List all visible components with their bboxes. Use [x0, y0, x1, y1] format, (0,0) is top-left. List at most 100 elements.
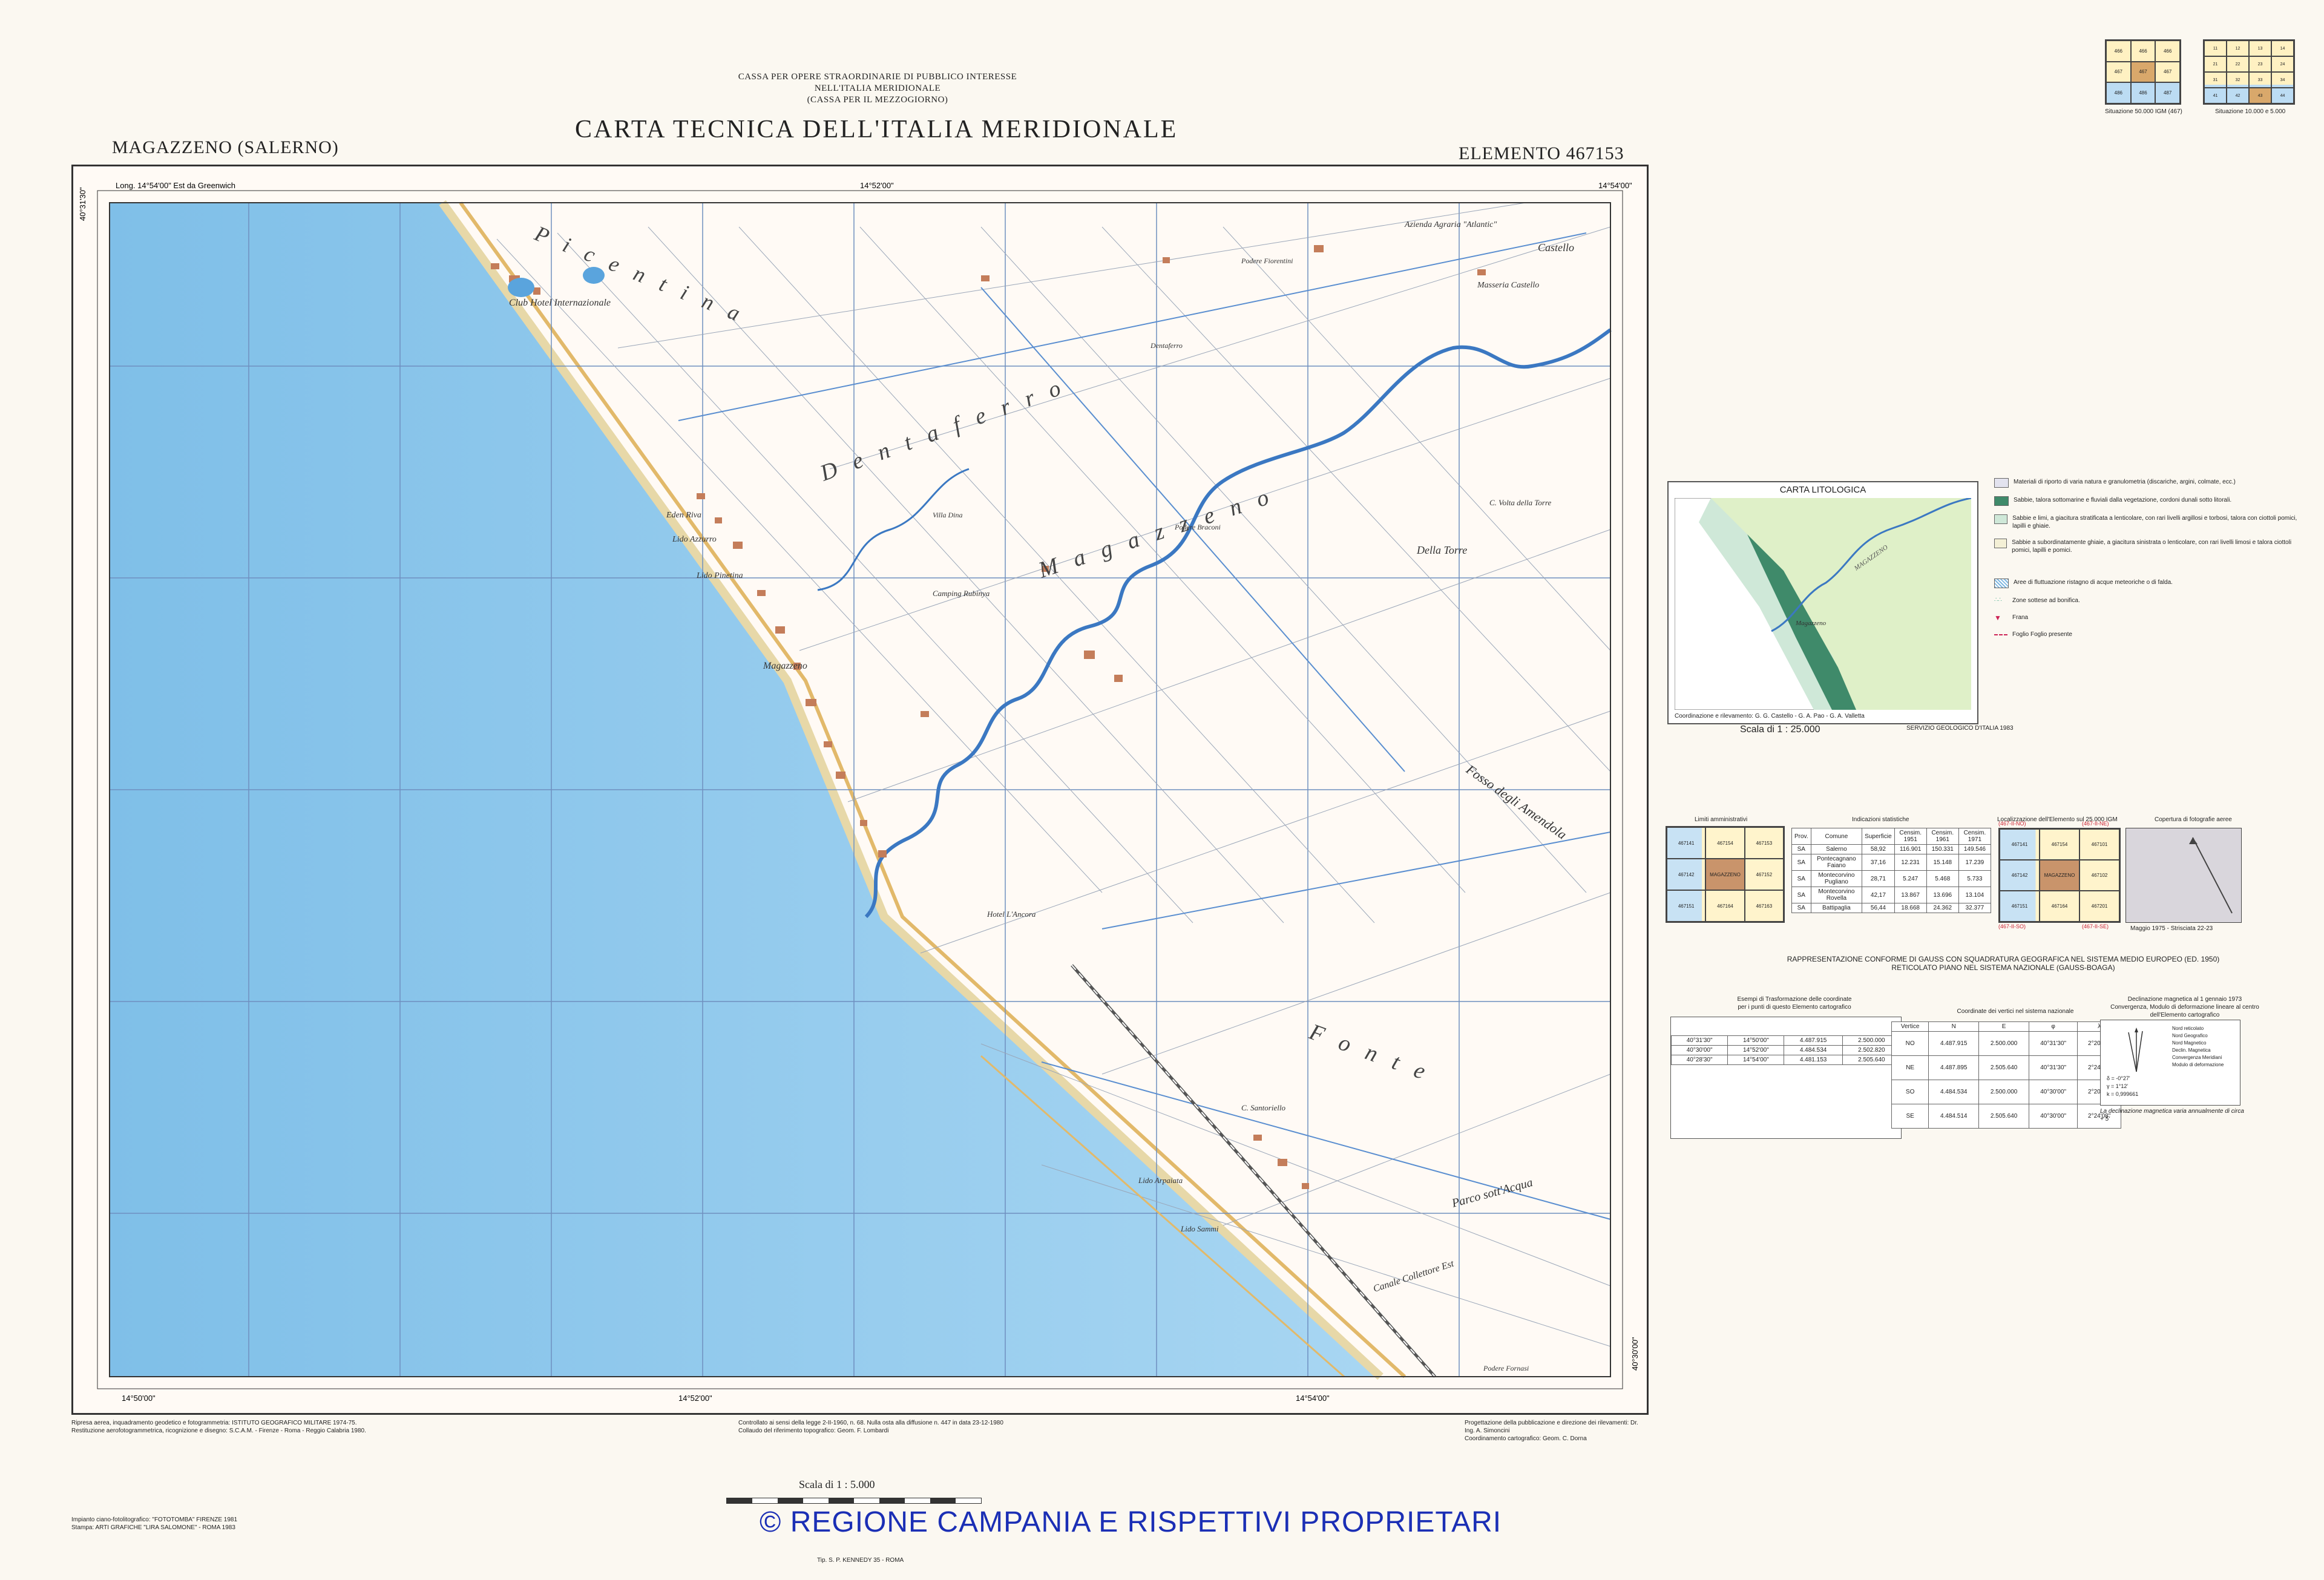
element-number: ELEMENTO 467153 — [1459, 143, 1624, 163]
label-eden: Eden Riva — [666, 511, 701, 520]
copyright-notice: © REGIONE CAMPANIA E RISPETTIVI PROPRIET… — [760, 1506, 1502, 1538]
index-left-caption: Situazione 50.000 IGM (467) — [2105, 108, 2182, 115]
svg-text:Magazzeno: Magazzeno — [1795, 620, 1827, 627]
admin-limits-box: 467141 467154 467153 467142 MAGAZZENO 467152… — [1666, 826, 1785, 923]
label-hotel: Hotel L'Ancora — [986, 910, 1036, 919]
photo-note: Maggio 1975 - Strisciata 22-23 — [2130, 925, 2213, 932]
photo-title: Copertura di fotografie aeree — [2155, 816, 2232, 823]
label-magazzeno-town: Magazzeno — [763, 661, 807, 671]
admin-title: Limiti amministrativi — [1695, 816, 1748, 823]
label-lido-arpaiata: Lido Arpaiata — [1138, 1176, 1183, 1185]
litho-scale: Scala di 1 : 25.000 — [1740, 724, 1820, 735]
print-left-1: Impianto ciano-fotolitografico: "FOTOTOM… — [71, 1516, 238, 1523]
label-dentaferro-small: Dentaferro — [1150, 341, 1183, 350]
table-row: SA Montecorvino Pugliano 28,71 5.247 5.468 5.… — [1791, 870, 1992, 887]
label-fonte: Fonte — [1305, 1019, 1445, 1090]
decl-note: La declinazione magnetica varia annualme… — [2100, 1108, 2244, 1123]
table-row: SA Battipaglia 56,44 18.668 24.362 32.377 — [1791, 903, 1992, 913]
print-mid: Tip. S. P. KENNEDY 35 - ROMA — [817, 1557, 904, 1564]
coord-top-mid: 14°52'00" — [860, 181, 894, 190]
legend-item: Aree di fluttuazione ristagno di acque m… — [1994, 579, 2309, 588]
print-left-2: Stampa: ARTI GRAFICHE "LIRA SALOMONE" - … — [71, 1524, 235, 1531]
note-right-2: Coordinamento cartografico: Geom. C. Dor… — [1465, 1435, 1587, 1442]
label-camping: Camping Rubinya — [933, 589, 990, 598]
label-club: Club Hotel Internazionale — [509, 298, 611, 308]
map-title: CARTA TECNICA DELL'ITALIA MERIDIONALE — [575, 116, 1178, 143]
table-row: SO 4.484.534 2.500.000 40°30'00" 2°20'08" — [1891, 1080, 2121, 1104]
header-institution: CASSA PER OPERE STRAORDINARIE DI PUBBLIC… — [696, 71, 1059, 106]
main-map[interactable]: Club Hotel Internazionale Azienda Agrari… — [71, 165, 1649, 1415]
projection-text: RAPPRESENTAZIONE CONFORME DI GAUSS CON S… — [1731, 955, 2276, 972]
label-masseria: Masseria Castello — [1477, 281, 1539, 290]
stats-table-wrap: Prov. Comune Superficie Censim. 1951 Censim… — [1791, 828, 1992, 913]
table-row: SA Montecorvino Rovella 42,17 13.867 13.696 1… — [1791, 887, 1992, 903]
loc-label-c: (467-II-NO) — [1998, 821, 2026, 827]
stats-title: Indicazioni statistiche — [1852, 816, 1909, 823]
pond-club — [508, 278, 534, 297]
vertices-table-wrap: Vertice N Eφ λ NO 4.487.915 2.500.000 40°31'30… — [1891, 1021, 2121, 1129]
header-line-1: CASSA PER OPERE STRAORDINARIE DI PUBBLIC… — [738, 72, 1017, 82]
coord-top-left: Long. 14°54'00" Est da Greenwich — [116, 181, 235, 190]
label-canale: Canale Collettore Est — [1372, 1259, 1456, 1294]
table-row: 40°31'30" 14°50'00" 4.487.915 2.500.000 — [1670, 1035, 1902, 1046]
notes-right: Progettazione della pubblicazione e dire… — [1465, 1419, 1646, 1443]
decl-legend: Nord reticolato Nord Geografico Nord Magne… — [2172, 1026, 2224, 1067]
label-castello: Castello — [1538, 241, 1574, 254]
decl-header: Declinazione magnetica al 1 gennaio 1973… — [2106, 995, 2263, 1019]
note-mid-1: Controllato ai sensi della legge 2-II-19… — [738, 1420, 1003, 1426]
notes-mid: Controllato ai sensi della legge 2-II-19… — [738, 1419, 1101, 1435]
litho-map-panel: CARTA LITOLOGICA MAGAZZENO Magazzeno Coo… — [1667, 481, 1978, 724]
note-mid-2: Collaudo del riferimento topografico: Ge… — [738, 1428, 889, 1434]
stats-table: Prov. Comune Superficie Censim. 1951 Censim… — [1791, 828, 1992, 913]
label-podere-fiorentini: Podere Fiorentini — [1241, 257, 1293, 265]
loc-box: 467141 467154 467101 467142 MAGAZZENO 467102… — [1998, 828, 2121, 923]
scale-label: Scala di 1 : 5.000 — [799, 1478, 875, 1490]
index-right-caption: Situazione 10.000 e 5.000 — [2215, 108, 2286, 115]
litho-title: CARTA LITOLOGICA — [1779, 485, 1866, 495]
transform-table: 40°31'30" 14°50'00" 4.487.915 2.500.000 40°… — [1670, 1035, 1902, 1065]
legend-item: Sabbie, talora sottomarine e fluviali da… — [1994, 496, 2309, 506]
map-svg: Club Hotel Internazionale Azienda Agrari… — [78, 181, 1640, 1403]
lat-top: 40°31'30" — [78, 187, 87, 221]
label-della-torre: Della Torre — [1416, 544, 1467, 556]
print-left: Impianto ciano-fotolitografico: "FOTOTOM… — [71, 1516, 237, 1532]
coord-bottom-right: 14°54'00" — [1296, 1394, 1330, 1403]
vertices-title: Coordinate dei vertici nel sistema nazio… — [1957, 1008, 2074, 1015]
litho-source: SERVIZIO GEOLOGICO D'ITALIA 1983 — [1906, 725, 2014, 732]
label-picentina: Picentina — [531, 221, 759, 332]
litho-legend: Materiali di riporto di varia natura e g… — [1994, 478, 2309, 638]
label-magazzeno: Magazzeno — [1035, 479, 1288, 583]
photo-box — [2125, 828, 2242, 923]
legend-item: Materiali di riporto di varia natura e g… — [1994, 478, 2309, 488]
photo-strip-svg — [2189, 837, 2233, 914]
legend-item: ∴∴ Zone sottese ad bonifica. — [1994, 597, 2080, 604]
label-lido-azzurro: Lido Azzurro — [672, 535, 717, 544]
label-parco: Parco sott'Acqua — [1450, 1176, 1534, 1210]
sheet-name: MAGAZZENO (SALERNO) — [112, 137, 339, 157]
decl-box: Nord reticolato Nord Geografico Nord Magne… — [2100, 1020, 2240, 1106]
litho-svg: MAGAZZENO Magazzeno — [1675, 498, 1971, 710]
label-lido-pineta: Lido Pinetina — [696, 571, 743, 580]
scale-bar — [726, 1498, 982, 1504]
label-azienda: Azienda Agraria "Atlantic" — [1404, 220, 1497, 229]
transform-header: Esempi di Trasformazione delle coordinat… — [1676, 995, 1912, 1011]
table-row: NO 4.487.915 2.500.000 40°31'30" 2°20'08" — [1891, 1031, 2121, 1056]
legend-item: Sabbie e limi, a giacitura stratificata … — [1994, 514, 2309, 530]
legend-item: Foglio Foglio presente — [1994, 631, 2309, 638]
transform-sub: per i punti di questo Elemento cartograf… — [1738, 1004, 1851, 1011]
legend-item: ▼ Frana — [1994, 614, 2029, 622]
loc-label-d: (467-II-NE) — [2082, 821, 2109, 827]
legend-item: Sabbie a subordinatamente ghiaie, a giac… — [1994, 539, 2309, 554]
label-villa: Villa Dina — [933, 511, 962, 519]
label-fosso-amendola: Fosso degli Amendola — [1463, 761, 1569, 842]
table-row: 40°30'00" 14°52'00" 4.484.534 2.502.820 — [1670, 1045, 1902, 1055]
notes-left: Ripresa aerea, inquadramento geodetico e… — [71, 1419, 495, 1435]
river-small — [817, 468, 970, 591]
coord-bottom-mid: 14°52'00" — [678, 1394, 712, 1403]
table-row: SA Salerno 58,92 116.901 150.331 149.546 — [1791, 844, 1992, 854]
lat-bottom: 40°30'00" — [1630, 1337, 1640, 1371]
litho-authors: Coordinazione e rilevamento: G. G. Caste… — [1675, 713, 1865, 720]
label-lido-sammi: Lido Sammi — [1180, 1224, 1219, 1233]
table-row: SA Pontecagnano Faiano 37,16 12.231 15.148 17… — [1791, 854, 1992, 871]
index-map-10000: 11 12 13 14 21 22 23 24 31 32 33 34 41 42 43 44 — [2203, 39, 2295, 105]
